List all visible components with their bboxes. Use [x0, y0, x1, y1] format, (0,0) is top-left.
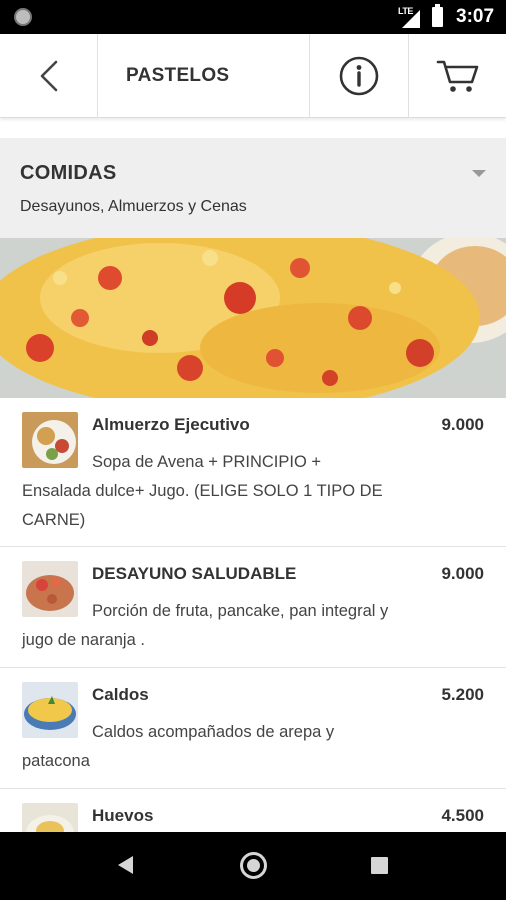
menu-item[interactable]: Caldos 5.200 Caldos acompañados de arepa…	[0, 668, 506, 789]
status-time: 3:07	[456, 6, 495, 27]
status-bar: LTE 3:07	[0, 0, 506, 34]
scrambled-eggs-photo	[0, 238, 506, 398]
menu-item-price: 9.000	[441, 564, 484, 583]
menu-item-name: Huevos	[92, 806, 154, 825]
nav-recents-icon[interactable]	[371, 857, 388, 874]
menu-item-thumbnail	[22, 803, 78, 832]
back-button[interactable]	[0, 34, 98, 118]
back-arrow-icon	[40, 60, 57, 92]
page-title: PASTELOS	[98, 34, 310, 118]
menu-list: Almuerzo Ejecutivo 9.000 Sopa de Avena +…	[0, 398, 506, 832]
menu-item-description: Caldos acompañados de arepa y patacona	[22, 723, 335, 770]
nav-back-icon[interactable]	[118, 856, 133, 874]
menu-item[interactable]: DESAYUNO SALUDABLE 9.000 Porción de frut…	[0, 547, 506, 668]
category-subtitle: Desayunos, Almuerzos y Cenas	[20, 198, 247, 215]
app-toolbar: PASTELOS	[0, 34, 506, 118]
menu-item-name: Caldos	[92, 685, 149, 704]
dropdown-caret-icon[interactable]	[472, 170, 486, 177]
menu-item-name: DESAYUNO SALUDABLE	[92, 564, 297, 583]
menu-item[interactable]: Almuerzo Ejecutivo 9.000 Sopa de Avena +…	[0, 398, 506, 547]
category-banner-image	[0, 238, 506, 398]
nav-home-icon[interactable]	[240, 852, 267, 879]
menu-item-name: Almuerzo Ejecutivo	[92, 415, 250, 434]
info-icon	[339, 56, 379, 96]
category-title: COMIDAS	[20, 162, 117, 184]
menu-item[interactable]: Huevos 4.500	[0, 789, 506, 832]
info-button[interactable]	[310, 34, 409, 118]
menu-item-price: 4.500	[441, 806, 484, 825]
notification-icon	[14, 8, 32, 26]
category-header[interactable]: COMIDAS Desayunos, Almuerzos y Cenas	[0, 138, 506, 238]
menu-item-price: 9.000	[441, 415, 484, 434]
battery-icon	[432, 4, 443, 27]
system-nav-bar	[0, 832, 506, 900]
menu-item-description: Porción de fruta, pancake, pan integral …	[22, 602, 389, 649]
cart-button[interactable]	[409, 34, 506, 118]
menu-item-description: Sopa de Avena + PRINCIPIO + Ensalada dul…	[22, 453, 383, 529]
cart-icon	[436, 60, 478, 92]
signal-icon	[402, 10, 420, 28]
menu-item-price: 5.200	[441, 685, 484, 704]
